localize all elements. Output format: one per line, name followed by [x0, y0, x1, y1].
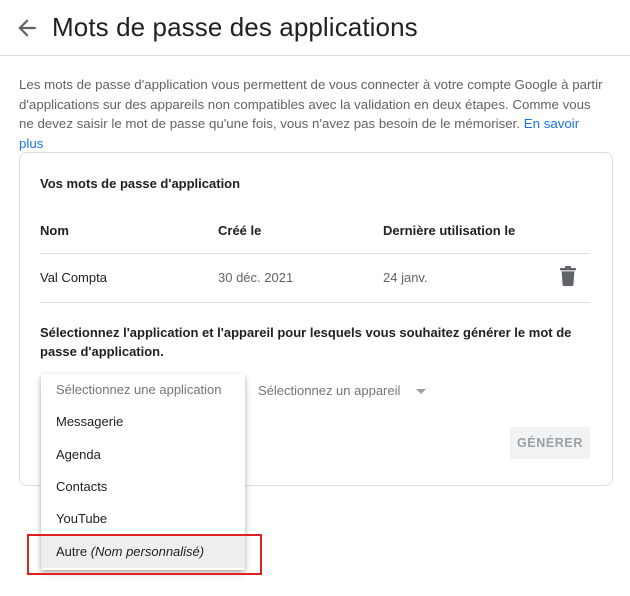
dropdown-option-youtube[interactable]: YouTube	[41, 503, 245, 535]
intro-paragraph: Les mots de passe d'application vous per…	[19, 75, 604, 153]
arrow-left-icon[interactable]	[14, 15, 40, 41]
table-divider	[40, 302, 590, 303]
row-last-used-date: 24 janv.	[383, 270, 428, 285]
column-header-last-used: Dernière utilisation le	[383, 223, 516, 238]
page-header: Mots de passe des applications	[0, 0, 630, 56]
page-title: Mots de passe des applications	[52, 12, 418, 42]
column-header-name: Nom	[40, 223, 69, 238]
generate-button[interactable]: GÉNÉRER	[510, 427, 590, 459]
intro-text: Les mots de passe d'application vous per…	[19, 77, 603, 131]
dropdown-option-agenda[interactable]: Agenda	[41, 439, 245, 471]
card-title: Vos mots de passe d'application	[40, 176, 241, 191]
generate-prompt: Sélectionnez l'application et l'appareil…	[40, 325, 572, 359]
row-app-name: Val Compta	[40, 270, 107, 285]
row-created-date: 30 déc. 2021	[218, 270, 294, 285]
column-header-created: Créé le	[218, 223, 262, 238]
dropdown-option-contacts[interactable]: Contacts	[41, 471, 245, 503]
dropdown-option-messagerie[interactable]: Messagerie	[41, 406, 245, 438]
device-select[interactable]: Sélectionnez un appareil	[258, 381, 438, 403]
device-select-placeholder: Sélectionnez un appareil	[258, 383, 401, 398]
table-divider	[40, 253, 590, 254]
caret-down-icon	[416, 389, 426, 394]
annotation-highlight-box	[27, 534, 262, 575]
trash-icon[interactable]	[559, 266, 577, 286]
app-select-placeholder: Sélectionnez une application	[56, 382, 222, 397]
